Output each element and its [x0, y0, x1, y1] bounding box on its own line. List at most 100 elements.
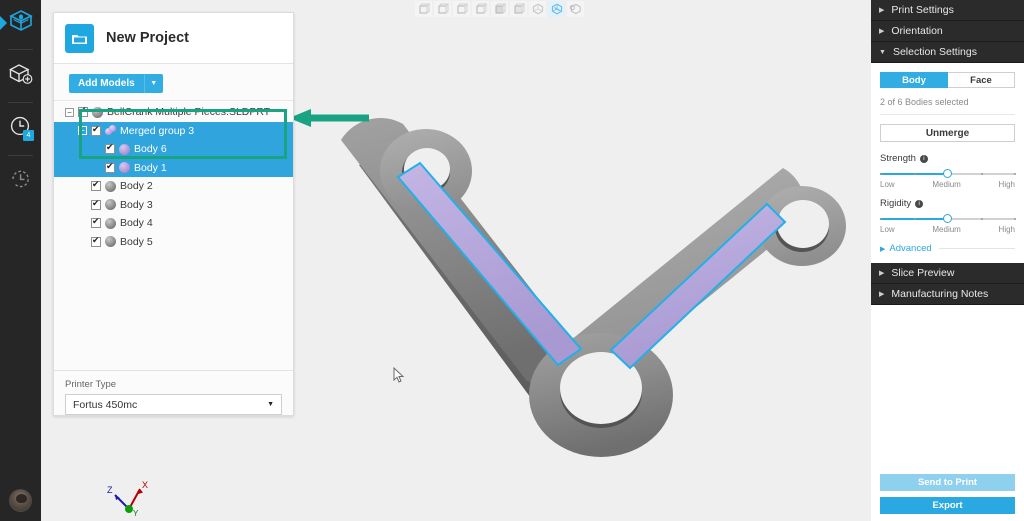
info-icon[interactable]: i — [919, 154, 928, 163]
tree-row-body-5[interactable]: Body 5 — [54, 233, 293, 252]
visibility-checkbox[interactable] — [105, 142, 115, 155]
visibility-checkbox[interactable] — [78, 105, 88, 118]
tree-row-label: BellCrank Multiple Pieces.SLDPRT — [107, 106, 271, 119]
slider-tick — [1013, 217, 1016, 220]
collapse-toggle[interactable]: − — [65, 107, 74, 117]
printer-type-section: Printer Type Fortus 450mc ▼ — [54, 370, 293, 415]
section-manufacturing-notes[interactable]: ▶ Manufacturing Notes — [871, 284, 1024, 305]
slider-knob[interactable] — [943, 214, 952, 223]
slider-tick — [913, 172, 916, 175]
project-panel: New Project Add Models ▼ − BellCrank Mul… — [53, 12, 294, 416]
unmerge-button[interactable]: Unmerge — [880, 124, 1015, 142]
svg-text:Z: Z — [107, 485, 113, 495]
tree-row-label: Body 4 — [120, 217, 153, 230]
axis-triad: X Z Y — [107, 480, 148, 518]
rail-item-history[interactable] — [0, 159, 41, 205]
tree-row-body-3[interactable]: Body 3 — [54, 196, 293, 215]
chevron-down-icon: ▼ — [879, 48, 886, 56]
page-title: New Project — [106, 30, 189, 46]
strength-slider-group: Strength i Low Medium High — [880, 153, 1016, 189]
rigidity-slider-group: Rigidity i Low Medium High — [880, 198, 1016, 234]
send-to-print-button[interactable]: Send to Print — [880, 474, 1015, 491]
right-panel-footer: Send to Print Export — [871, 468, 1024, 514]
advanced-toggle[interactable]: ▶ Advanced — [880, 243, 1015, 254]
tree-indent — [92, 163, 101, 173]
avatar[interactable] — [9, 489, 32, 512]
tree-row-merged-group[interactable]: − Merged group 3 — [54, 121, 293, 140]
panel-toolbar: Add Models ▼ — [54, 64, 293, 101]
strength-label-text: Strength — [880, 153, 916, 164]
rail-item-models-view[interactable] — [0, 0, 41, 46]
add-models-button[interactable]: Add Models ▼ — [69, 74, 163, 93]
divider — [938, 248, 1015, 249]
rail-item-add-model[interactable] — [0, 53, 41, 99]
advanced-label: Advanced — [889, 243, 932, 254]
tab-body[interactable]: Body — [880, 72, 948, 88]
info-icon[interactable]: i — [915, 199, 924, 208]
chevron-right-icon: ▶ — [879, 270, 885, 277]
visibility-checkbox[interactable] — [91, 216, 101, 229]
section-orientation[interactable]: ▶ Orientation — [871, 21, 1024, 42]
part-right-hole — [777, 200, 829, 248]
printer-type-label: Printer Type — [65, 379, 117, 390]
left-icon-rail: 4 — [0, 0, 41, 521]
tree-row-label: Body 3 — [120, 198, 153, 211]
export-button[interactable]: Export — [880, 497, 1015, 514]
slider-tick — [981, 217, 984, 220]
scale-medium: Medium — [932, 225, 961, 234]
visibility-checkbox[interactable] — [91, 198, 101, 210]
visibility-checkbox[interactable] — [91, 124, 101, 136]
scale-high: High — [998, 180, 1015, 189]
selection-settings-body: Body Face 2 of 6 Bodies selected Unmerge… — [871, 63, 1024, 254]
tree-row-label: Body 1 — [134, 161, 167, 174]
tree-row-body-1[interactable]: Body 1 — [54, 158, 293, 177]
tree-row-label: Body 2 — [120, 180, 153, 193]
body-face-toggle: Body Face — [880, 72, 1015, 88]
tree-row-part[interactable]: − BellCrank Multiple Pieces.SLDPRT — [54, 103, 293, 122]
slider-tick — [913, 217, 916, 220]
scale-low: Low — [880, 180, 895, 189]
model-tree[interactable]: − BellCrank Multiple Pieces.SLDPRT − Mer… — [54, 101, 293, 365]
slider-tick — [981, 172, 984, 175]
section-label: Orientation — [891, 25, 943, 37]
strength-slider[interactable] — [880, 169, 1016, 178]
chevron-right-icon: ▶ — [879, 28, 885, 35]
body-purple-icon — [119, 143, 130, 155]
rigidity-slider[interactable] — [880, 214, 1016, 223]
visibility-checkbox[interactable] — [91, 179, 101, 192]
chevron-down-icon[interactable]: ▼ — [143, 74, 163, 93]
collapse-toggle[interactable]: − — [78, 126, 87, 136]
selection-count: 2 of 6 Bodies selected — [880, 97, 1015, 115]
rigidity-scale: Low Medium High — [880, 225, 1015, 234]
tree-row-body-2[interactable]: Body 2 — [54, 177, 293, 196]
rail-divider — [8, 49, 33, 50]
rail-item-print-queue[interactable]: 4 — [0, 106, 41, 152]
slider-tick — [880, 217, 882, 220]
callout-arrow — [289, 109, 369, 127]
slider-tick — [1013, 172, 1016, 175]
mouse-cursor — [393, 367, 405, 383]
section-label: Print Settings — [891, 4, 954, 16]
visibility-checkbox[interactable] — [91, 235, 101, 247]
section-selection-settings[interactable]: ▼ Selection Settings — [871, 42, 1024, 63]
tab-face[interactable]: Face — [948, 72, 1015, 88]
rail-divider — [8, 102, 33, 103]
section-slice-preview[interactable]: ▶ Slice Preview — [871, 263, 1024, 284]
tree-row-body-4[interactable]: Body 4 — [54, 214, 293, 233]
selected-body-right-strip[interactable] — [609, 202, 787, 370]
rail-divider — [8, 155, 33, 156]
strength-scale: Low Medium High — [880, 180, 1015, 189]
tree-row-body-6[interactable]: Body 6 — [54, 140, 293, 159]
chevron-right-icon: ▶ — [879, 7, 885, 14]
section-print-settings[interactable]: ▶ Print Settings — [871, 0, 1024, 21]
scale-low: Low — [880, 225, 895, 234]
visibility-checkbox[interactable] — [105, 161, 115, 173]
tree-row-label: Body 5 — [120, 235, 153, 248]
svg-text:Y: Y — [133, 509, 139, 518]
rigidity-label: Rigidity i — [880, 198, 1015, 209]
slider-knob[interactable] — [943, 169, 952, 178]
printer-type-select[interactable]: Fortus 450mc ▼ — [65, 394, 282, 415]
